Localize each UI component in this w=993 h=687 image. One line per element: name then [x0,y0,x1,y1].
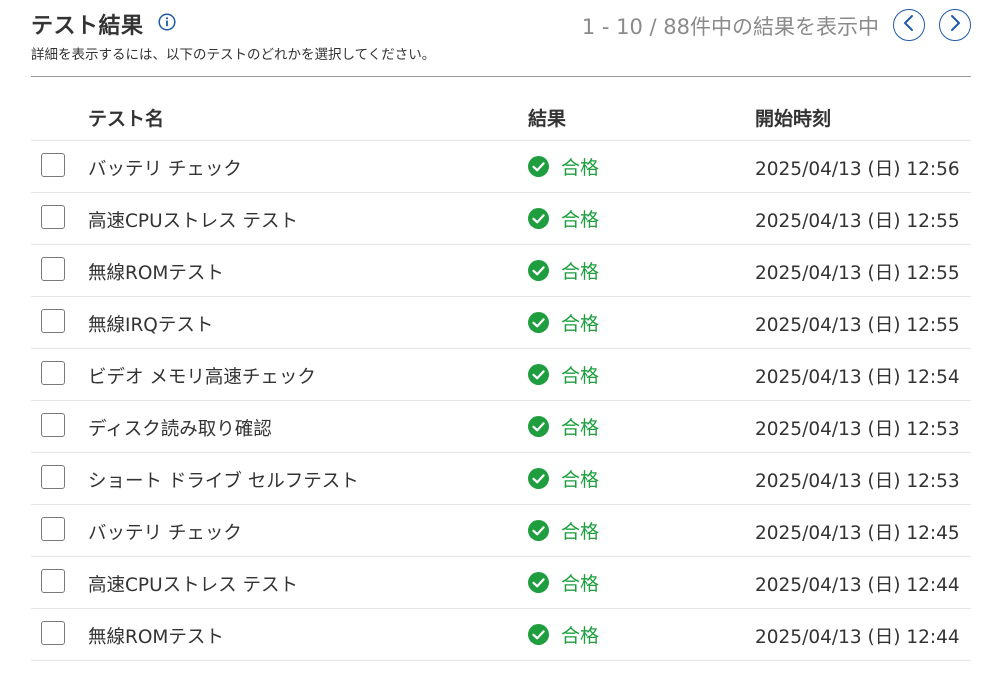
result-cell: 合格 [528,569,599,595]
header-divider [31,76,971,77]
test-name-cell: 高速CPUストレス テスト [88,211,298,232]
table-row[interactable]: 無線ROMテスト 合格 2025/04/13 (日) 12:55 [31,245,971,297]
column-header-test-name[interactable]: テスト名 [88,104,164,131]
test-name-cell: ショート ドライブ セルフテスト [88,471,359,492]
check-circle-icon [528,623,549,645]
test-name-cell: ディスク読み取り確認 [88,419,272,440]
result-label: 合格 [561,208,600,231]
table-row[interactable]: 無線IRQテスト 合格 2025/04/13 (日) 12:55 [31,297,971,349]
start-time-cell: 2025/04/13 (日) 12:45 [755,523,960,544]
table-body: バッテリ チェック 合格 2025/04/13 (日) 12:56 高速CPUス… [31,141,971,661]
result-label: 合格 [561,260,600,283]
column-header-start-time[interactable]: 開始時刻 [755,104,831,131]
row-checkbox[interactable] [41,205,65,229]
table-header: テスト名 結果 開始時刻 [31,90,971,141]
table-row[interactable]: 無線ROMテスト 合格 2025/04/13 (日) 12:44 [31,609,971,661]
row-checkbox[interactable] [41,361,65,385]
test-name-cell: 無線ROMテスト [88,263,224,284]
result-label: 合格 [561,468,600,491]
table-row[interactable]: 高速CPUストレス テスト 合格 2025/04/13 (日) 12:44 [31,557,971,609]
result-cell: 合格 [528,621,599,647]
row-checkbox[interactable] [41,465,65,489]
table-row[interactable]: ビデオ メモリ高速チェック 合格 2025/04/13 (日) 12:54 [31,349,971,401]
check-circle-icon [528,363,549,385]
row-checkbox[interactable] [41,257,65,281]
start-time-cell: 2025/04/13 (日) 12:53 [755,471,960,492]
start-time-cell: 2025/04/13 (日) 12:55 [755,211,960,232]
result-cell: 合格 [528,153,599,179]
pagination-status: 1 - 10 / 88件中の結果を表示中 [581,15,879,39]
check-circle-icon [528,259,549,281]
result-label: 合格 [561,520,600,543]
table-row[interactable]: ショート ドライブ セルフテスト 合格 2025/04/13 (日) 12:53 [31,453,971,505]
test-name-cell: ビデオ メモリ高速チェック [88,367,316,388]
table-row[interactable]: ディスク読み取り確認 合格 2025/04/13 (日) 12:53 [31,401,971,453]
check-circle-icon [528,519,549,541]
table-row[interactable]: バッテリ チェック 合格 2025/04/13 (日) 12:45 [31,505,971,557]
start-time-cell: 2025/04/13 (日) 12:56 [755,159,960,180]
chevron-right-icon [948,14,962,36]
result-cell: 合格 [528,257,599,283]
start-time-cell: 2025/04/13 (日) 12:55 [755,263,960,284]
test-name-cell: 高速CPUストレス テスト [88,575,298,596]
row-checkbox[interactable] [41,517,65,541]
test-name-cell: 無線IRQテスト [88,315,214,336]
table-row[interactable]: 高速CPUストレス テスト 合格 2025/04/13 (日) 12:55 [31,193,971,245]
start-time-cell: 2025/04/13 (日) 12:44 [755,627,960,648]
check-circle-icon [528,311,549,333]
row-checkbox[interactable] [41,569,65,593]
check-circle-icon [528,207,549,229]
result-cell: 合格 [528,465,599,491]
result-label: 合格 [561,156,600,179]
info-icon[interactable] [158,13,176,31]
result-label: 合格 [561,416,600,439]
page-title: テスト結果 [31,14,144,39]
previous-page-button[interactable] [893,9,925,41]
result-cell: 合格 [528,517,599,543]
check-circle-icon [528,415,549,437]
table-row[interactable]: バッテリ チェック 合格 2025/04/13 (日) 12:56 [31,141,971,193]
result-label: 合格 [561,364,600,387]
result-label: 合格 [561,312,600,335]
results-table: テスト名 結果 開始時刻 バッテリ チェック 合格 2025/04/13 (日)… [31,90,971,661]
test-name-cell: 無線ROMテスト [88,627,224,648]
result-cell: 合格 [528,205,599,231]
results-header: テスト結果 詳細を表示するには、以下のテストのどれかを選択してください。 1 -… [31,6,971,76]
column-header-result[interactable]: 結果 [528,104,566,131]
row-checkbox[interactable] [41,621,65,645]
start-time-cell: 2025/04/13 (日) 12:44 [755,575,960,596]
result-cell: 合格 [528,309,599,335]
test-results-page: テスト結果 詳細を表示するには、以下のテストのどれかを選択してください。 1 -… [0,0,993,687]
next-page-button[interactable] [939,9,971,41]
start-time-cell: 2025/04/13 (日) 12:53 [755,419,960,440]
result-cell: 合格 [528,361,599,387]
row-checkbox[interactable] [41,413,65,437]
start-time-cell: 2025/04/13 (日) 12:55 [755,315,960,336]
check-circle-icon [528,467,549,489]
row-checkbox[interactable] [41,153,65,177]
result-cell: 合格 [528,413,599,439]
chevron-left-icon [902,14,916,36]
test-name-cell: バッテリ チェック [88,159,242,180]
result-label: 合格 [561,624,600,647]
row-checkbox[interactable] [41,309,65,333]
test-name-cell: バッテリ チェック [88,523,242,544]
start-time-cell: 2025/04/13 (日) 12:54 [755,367,960,388]
check-circle-icon [528,155,549,177]
page-subtitle: 詳細を表示するには、以下のテストのどれかを選択してください。 [31,47,436,63]
result-label: 合格 [561,572,600,595]
check-circle-icon [528,571,549,593]
